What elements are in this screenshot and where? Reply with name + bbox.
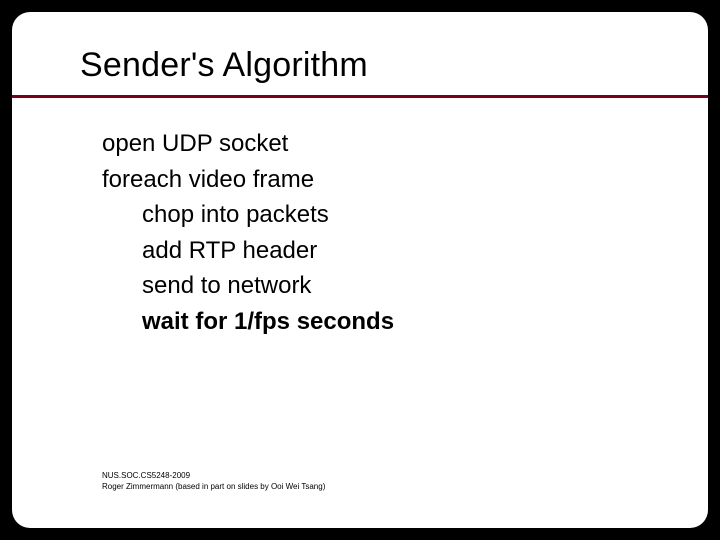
footer-line: NUS.SOC.CS5248-2009 (102, 471, 325, 481)
code-line-indent: chop into packets (102, 197, 708, 233)
slide-content: open UDP socket foreach video frame chop… (12, 98, 708, 339)
code-line: foreach video frame (102, 162, 708, 198)
code-line: open UDP socket (102, 126, 708, 162)
code-line-indent: add RTP header (102, 233, 708, 269)
code-line-indent: send to network (102, 268, 708, 304)
slide-footer: NUS.SOC.CS5248-2009 Roger Zimmermann (ba… (102, 471, 325, 492)
slide: Sender's Algorithm open UDP socket forea… (12, 12, 708, 528)
slide-title: Sender's Algorithm (12, 46, 708, 95)
footer-line: Roger Zimmermann (based in part on slide… (102, 482, 325, 492)
code-line-bold: wait for 1/fps seconds (102, 304, 708, 340)
